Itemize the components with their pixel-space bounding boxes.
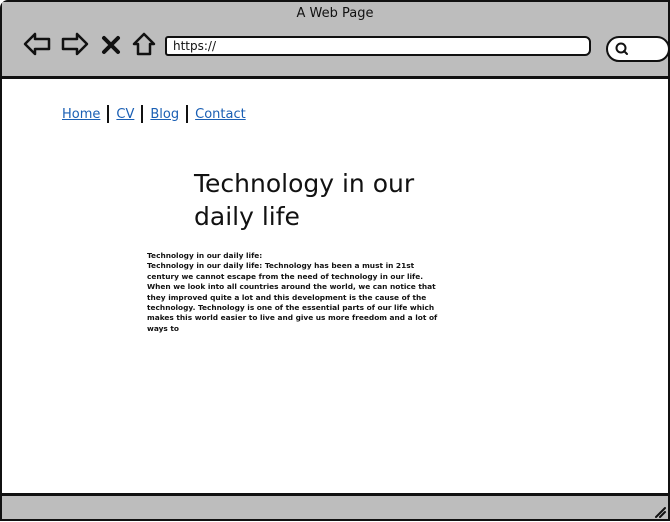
resize-grip-icon[interactable] [652,503,666,518]
window-title: A Web Page [296,6,374,21]
search-field[interactable] [606,36,670,62]
browser-window: A Web Page https:// Home CV Blog Contact… [0,0,670,521]
forward-arrow-icon[interactable] [60,30,90,58]
article-paragraph: Technology in our daily life: Technology… [147,261,438,333]
nav-link-contact[interactable]: Contact [195,107,246,122]
page-title: Technology in our daily life [194,169,415,231]
nav-divider [141,105,144,123]
nav-link-home[interactable]: Home [62,107,100,122]
back-arrow-icon[interactable] [22,30,52,58]
nav-divider [107,105,110,123]
close-icon[interactable] [100,30,122,58]
site-nav: Home CV Blog Contact [62,105,246,123]
search-icon [614,41,630,57]
home-icon[interactable] [130,30,158,58]
browser-toolbar: A Web Page https:// [2,2,670,79]
nav-link-blog[interactable]: Blog [150,107,179,122]
page-content: Home CV Blog Contact Technology in our d… [2,79,668,495]
article-subheading: Technology in our daily life: [147,251,263,260]
nav-link-cv[interactable]: CV [116,107,134,122]
address-bar[interactable]: https:// [165,36,591,56]
status-bar [2,493,668,519]
article-body: Technology in our daily life: Technology… [147,251,441,334]
nav-divider [186,105,189,123]
